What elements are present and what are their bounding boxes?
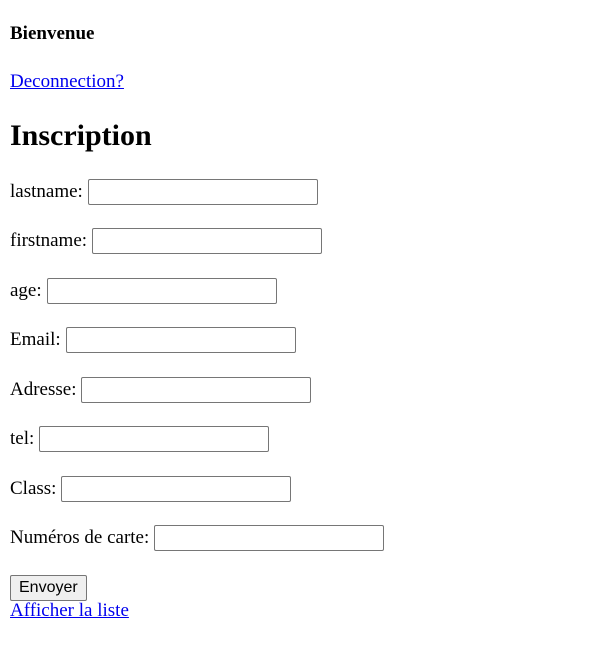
class-input[interactable] [61, 476, 292, 502]
class-label: Class: [10, 478, 57, 499]
firstname-label: firstname: [10, 230, 88, 251]
page-title: Inscription [10, 119, 152, 152]
lastname-input[interactable] [87, 179, 318, 205]
age-label: age: [10, 280, 42, 301]
tel-label: tel: [10, 428, 35, 449]
logout-link[interactable]: Deconnection? [10, 71, 124, 93]
age-row: age: [10, 277, 277, 305]
adresse-label: Adresse: [10, 379, 77, 400]
show-list-link[interactable]: Afficher la liste [10, 600, 129, 622]
email-input[interactable] [65, 327, 296, 353]
welcome-text: Bienvenue [10, 23, 95, 44]
class-row: Class: [10, 475, 292, 503]
adresse-input[interactable] [81, 377, 312, 403]
tel-input[interactable] [39, 426, 270, 452]
card-number-input[interactable] [154, 525, 385, 551]
card-number-label: Numéros de carte: [10, 527, 150, 548]
email-label: Email: [10, 329, 61, 350]
lastname-label: lastname: [10, 181, 83, 202]
submit-button[interactable]: Envoyer [10, 575, 87, 601]
firstname-row: firstname: [10, 227, 323, 255]
lastname-row: lastname: [10, 178, 318, 206]
adresse-row: Adresse: [10, 376, 312, 404]
card-number-row: Numéros de carte: [10, 524, 385, 552]
firstname-input[interactable] [92, 228, 323, 254]
tel-row: tel: [10, 425, 270, 453]
email-row: Email: [10, 326, 296, 354]
age-input[interactable] [46, 278, 277, 304]
